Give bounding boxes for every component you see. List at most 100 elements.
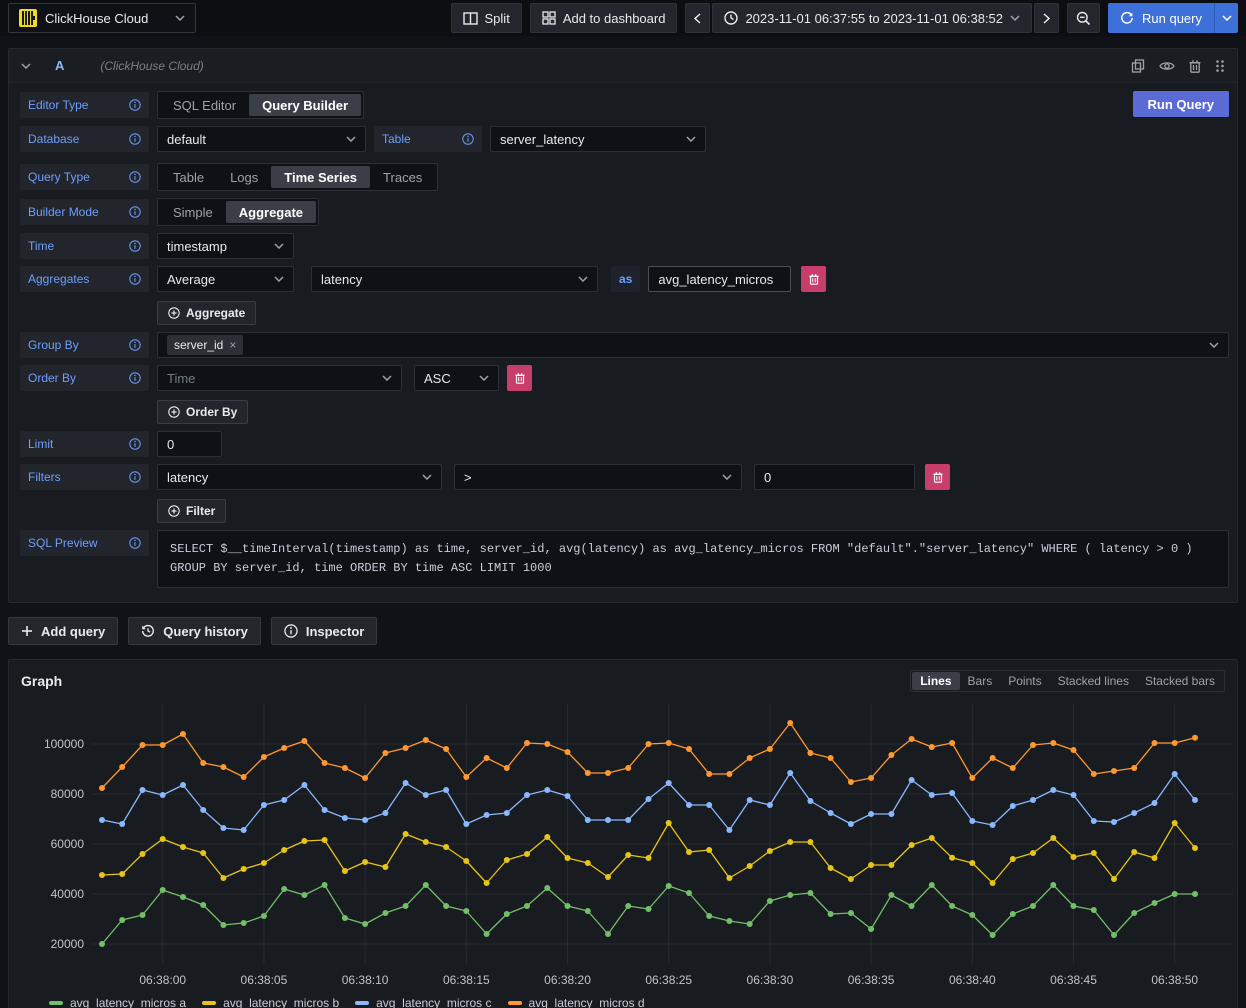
chevron-down-icon bbox=[422, 474, 432, 480]
chevron-down-icon bbox=[346, 136, 356, 142]
remove-aggregate-button[interactable] bbox=[801, 266, 826, 292]
chevron-down-icon bbox=[274, 276, 284, 282]
info-icon[interactable] bbox=[129, 133, 141, 145]
query-type-option-logs[interactable]: Logs bbox=[217, 166, 271, 188]
chevron-down-icon bbox=[274, 243, 284, 249]
split-button[interactable]: Split bbox=[451, 3, 522, 33]
svg-text:06:38:00: 06:38:00 bbox=[139, 973, 186, 987]
filter-operator-select[interactable]: > bbox=[454, 464, 742, 490]
svg-text:100000: 100000 bbox=[44, 737, 84, 751]
svg-text:06:38:05: 06:38:05 bbox=[241, 973, 288, 987]
database-select[interactable]: default bbox=[157, 126, 366, 152]
info-icon[interactable] bbox=[129, 99, 141, 111]
zoom-out-time-button[interactable] bbox=[1067, 3, 1100, 33]
info-icon[interactable] bbox=[129, 240, 141, 252]
time-range-text: 2023-11-01 06:37:55 to 2023-11-01 06:38:… bbox=[745, 11, 1003, 26]
table-select[interactable]: server_latency bbox=[490, 126, 706, 152]
duplicate-query-icon[interactable] bbox=[1131, 59, 1145, 73]
legend-item[interactable]: avg_latency_micros c bbox=[355, 996, 491, 1008]
info-icon[interactable] bbox=[129, 273, 141, 285]
group-by-multiselect[interactable]: server_id × bbox=[157, 332, 1229, 358]
chevron-down-icon bbox=[686, 136, 696, 142]
run-query-dropdown-button[interactable] bbox=[1214, 3, 1238, 33]
info-icon[interactable] bbox=[129, 206, 141, 218]
limit-input[interactable] bbox=[157, 431, 222, 457]
svg-text:06:38:40: 06:38:40 bbox=[949, 973, 996, 987]
legend-swatch-icon bbox=[355, 1001, 369, 1005]
as-badge: as bbox=[611, 266, 640, 292]
graph-style-bars[interactable]: Bars bbox=[960, 672, 1001, 690]
query-row-header[interactable]: A (ClickHouse Cloud) bbox=[9, 49, 1237, 83]
svg-text:60000: 60000 bbox=[51, 837, 85, 851]
remove-query-trash-icon[interactable] bbox=[1189, 59, 1201, 73]
info-icon[interactable] bbox=[129, 438, 141, 450]
remove-order-by-button[interactable] bbox=[507, 365, 532, 391]
add-aggregate-button[interactable]: Aggregate bbox=[157, 301, 256, 325]
aggregate-column-select[interactable]: latency bbox=[311, 266, 598, 292]
aggregate-alias-input[interactable] bbox=[648, 266, 791, 292]
query-history-button[interactable]: Query history bbox=[128, 617, 261, 645]
datasource-hint: (ClickHouse Cloud) bbox=[100, 59, 203, 73]
info-circle-icon bbox=[284, 624, 298, 638]
time-column-label: Time bbox=[20, 233, 149, 259]
collapse-chevron-icon[interactable] bbox=[21, 63, 31, 69]
graph-style-stacked-bars[interactable]: Stacked bars bbox=[1137, 672, 1223, 690]
legend-item[interactable]: avg_latency_micros b bbox=[202, 996, 339, 1008]
run-query-split-button: Run query bbox=[1108, 3, 1238, 33]
graph-style-lines[interactable]: Lines bbox=[912, 672, 959, 690]
order-by-column-select[interactable]: Time bbox=[157, 365, 402, 391]
run-query-editor-button[interactable]: Run Query bbox=[1133, 91, 1229, 117]
info-icon[interactable] bbox=[129, 537, 141, 549]
graph-style-stacked-lines[interactable]: Stacked lines bbox=[1050, 672, 1137, 690]
graph-style-points[interactable]: Points bbox=[1000, 672, 1049, 690]
chevron-right-icon bbox=[1043, 13, 1050, 24]
table-label: Table bbox=[374, 126, 482, 152]
time-column-select[interactable]: timestamp bbox=[157, 233, 294, 259]
query-type-option-table[interactable]: Table bbox=[160, 166, 217, 188]
drag-handle-icon[interactable] bbox=[1215, 59, 1225, 73]
legend-series-name: avg_latency_micros b bbox=[223, 996, 339, 1008]
filter-column-select[interactable]: latency bbox=[157, 464, 442, 490]
time-back-button[interactable] bbox=[685, 3, 710, 33]
builder-mode-toggle: Simple Aggregate bbox=[157, 198, 319, 226]
query-ref-id: A bbox=[55, 58, 64, 73]
query-type-option-time-series[interactable]: Time Series bbox=[271, 166, 370, 188]
datasource-picker[interactable]: ClickHouse Cloud bbox=[8, 3, 196, 33]
order-by-direction-select[interactable]: ASC bbox=[414, 365, 499, 391]
filter-value-input[interactable] bbox=[754, 464, 915, 490]
add-to-dashboard-button[interactable]: Add to dashboard bbox=[530, 3, 678, 33]
hide-query-eye-icon[interactable] bbox=[1159, 60, 1175, 72]
trash-icon bbox=[933, 471, 943, 483]
editor-type-option-query-builder[interactable]: Query Builder bbox=[249, 94, 361, 116]
builder-mode-option-simple[interactable]: Simple bbox=[160, 201, 226, 223]
run-query-button[interactable]: Run query bbox=[1108, 3, 1214, 33]
add-filter-button[interactable]: Filter bbox=[157, 499, 226, 523]
time-series-chart[interactable]: 2000040000600008000010000006:38:0006:38:… bbox=[9, 696, 1237, 994]
svg-text:06:38:25: 06:38:25 bbox=[645, 973, 692, 987]
legend-series-name: avg_latency_micros a bbox=[70, 996, 186, 1008]
info-icon[interactable] bbox=[129, 171, 141, 183]
info-icon[interactable] bbox=[129, 372, 141, 384]
plus-circle-icon bbox=[168, 307, 180, 319]
add-order-by-button[interactable]: Order By bbox=[157, 400, 248, 424]
info-icon[interactable] bbox=[129, 471, 141, 483]
add-query-button[interactable]: Add query bbox=[8, 617, 118, 645]
remove-filter-button[interactable] bbox=[925, 464, 950, 490]
svg-text:06:38:15: 06:38:15 bbox=[443, 973, 490, 987]
builder-mode-option-aggregate[interactable]: Aggregate bbox=[226, 201, 316, 223]
query-type-option-traces[interactable]: Traces bbox=[370, 166, 435, 188]
legend-item[interactable]: avg_latency_micros d bbox=[508, 996, 645, 1008]
aggregate-function-select[interactable]: Average bbox=[157, 266, 294, 292]
legend-series-name: avg_latency_micros d bbox=[529, 996, 645, 1008]
time-forward-button[interactable] bbox=[1034, 3, 1059, 33]
time-range-button[interactable]: 2023-11-01 06:37:55 to 2023-11-01 06:38:… bbox=[712, 3, 1032, 33]
aggregates-label: Aggregates bbox=[20, 266, 149, 292]
svg-text:40000: 40000 bbox=[51, 887, 85, 901]
info-icon[interactable] bbox=[129, 339, 141, 351]
inspector-button[interactable]: Inspector bbox=[271, 617, 378, 645]
info-icon[interactable] bbox=[462, 133, 474, 145]
graph-style-toggle: Lines Bars Points Stacked lines Stacked … bbox=[910, 670, 1225, 692]
remove-tag-icon[interactable]: × bbox=[229, 338, 236, 352]
editor-type-option-sql-editor[interactable]: SQL Editor bbox=[160, 94, 249, 116]
legend-item[interactable]: avg_latency_micros a bbox=[49, 996, 186, 1008]
